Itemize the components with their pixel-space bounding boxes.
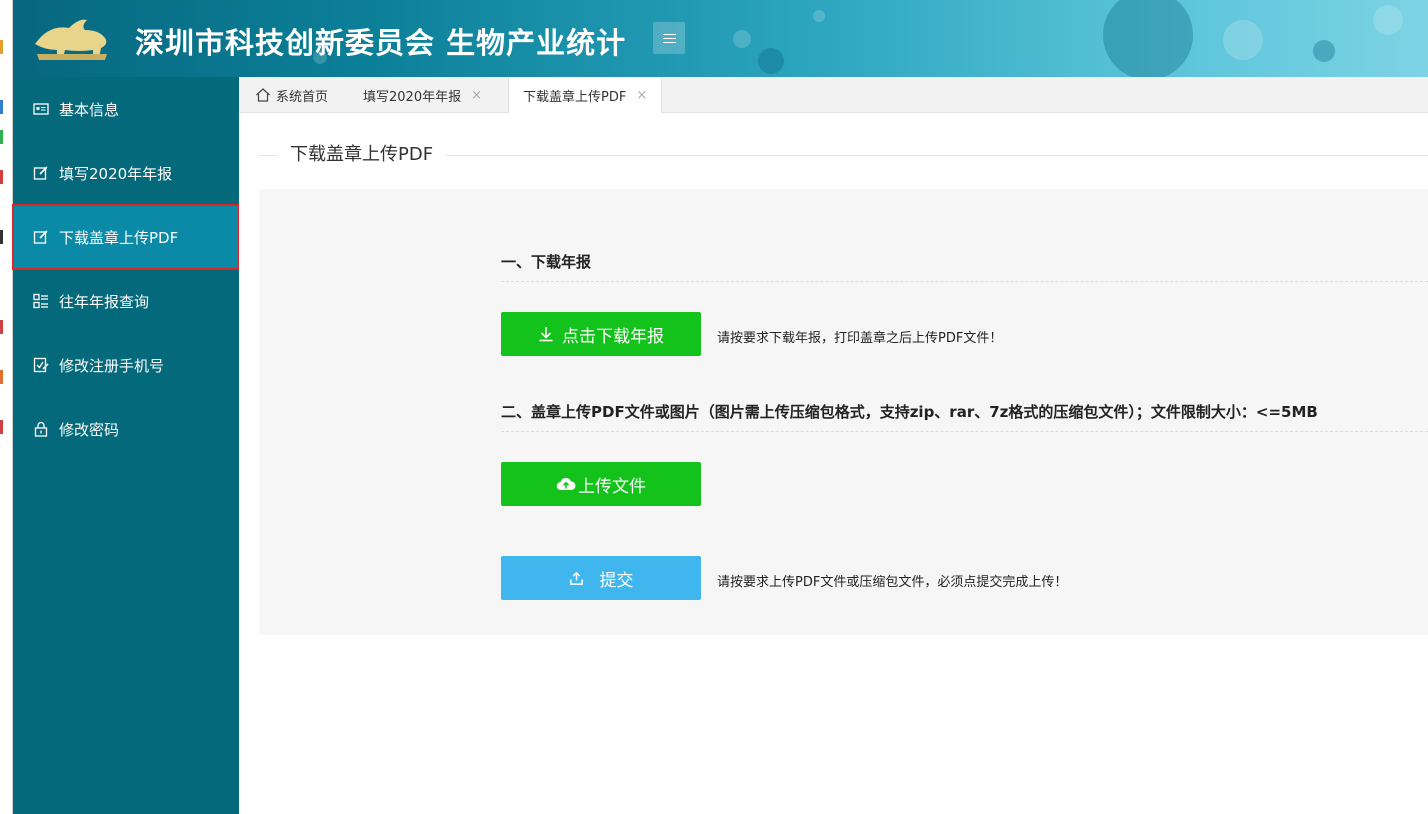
phone-edit-icon: [33, 357, 49, 373]
lock-icon: [33, 421, 49, 437]
edit-icon: [33, 229, 49, 245]
upload-file-button[interactable]: 上传文件: [501, 462, 701, 506]
sidebar: 基本信息 填写2020年年报 下载盖章上传PDF 往年年报查询 修改注册手机号 …: [12, 77, 240, 814]
button-label: 点击下载年报: [562, 326, 664, 347]
sidebar-item-change-phone[interactable]: 修改注册手机号: [13, 333, 239, 397]
tab-bar: 系统首页 填写2020年年报 × 下载盖章上传PDF ×: [239, 77, 1428, 114]
id-card-icon: [33, 101, 49, 117]
cloud-upload-icon: [556, 476, 576, 492]
section-divider: [501, 281, 1428, 282]
section-divider: [501, 431, 1428, 432]
upload-panel: 一、下载年报 点击下载年报 请按要求下载年报，打印盖章之后上传PDF文件！ 二、…: [259, 189, 1428, 635]
sidebar-item-download-upload[interactable]: 下载盖章上传PDF: [12, 204, 240, 270]
sidebar-item-history-query[interactable]: 往年年报查询: [13, 269, 239, 333]
main-content: 下载盖章上传PDF 一、下载年报 点击下载年报 请按要求下载年报，打印盖章之后上…: [239, 113, 1428, 814]
tab-home[interactable]: 系统首页: [255, 77, 328, 113]
page-title: 下载盖章上传PDF: [278, 143, 446, 167]
grid-list-icon: [33, 293, 49, 309]
download-hint: 请按要求下载年报，打印盖章之后上传PDF文件！: [717, 331, 1003, 346]
tab-fill-report[interactable]: 填写2020年年报 ×: [363, 77, 482, 113]
section-download-title: 一、下载年报: [501, 253, 592, 271]
sidebar-item-label: 基本信息: [59, 100, 120, 119]
sidebar-item-label: 填写2020年年报: [59, 164, 173, 183]
sidebar-item-fill-report[interactable]: 填写2020年年报: [13, 141, 239, 205]
edit-icon: [33, 165, 49, 181]
site-title: 深圳市科技创新委员会 生物产业统计: [135, 26, 627, 60]
submit-hint: 请按要求上传PDF文件或压缩包文件，必须点提交完成上传！: [717, 575, 1068, 590]
hamburger-icon: [662, 33, 676, 43]
page-title-legend: 下载盖章上传PDF: [258, 143, 1428, 167]
bull-logo-icon: [29, 14, 113, 62]
sidebar-item-label: 修改密码: [59, 420, 120, 439]
sidebar-item-label: 下载盖章上传PDF: [59, 228, 179, 247]
close-icon[interactable]: ×: [471, 88, 482, 103]
app-header: 深圳市科技创新委员会 生物产业统计: [13, 0, 1428, 77]
tab-download-upload[interactable]: 下载盖章上传PDF ×: [508, 77, 663, 114]
download-icon: [538, 326, 554, 342]
menu-toggle-button[interactable]: [653, 22, 685, 54]
section-upload-title: 二、盖章上传PDF文件或图片（图片需上传压缩包格式，支持zip、rar、7z格式…: [501, 403, 1318, 421]
close-icon[interactable]: ×: [636, 88, 647, 103]
upload-icon: [569, 571, 584, 586]
sidebar-item-change-password[interactable]: 修改密码: [13, 397, 239, 461]
tab-label: 下载盖章上传PDF: [523, 90, 627, 105]
window-edge-strip: [0, 0, 13, 814]
tab-label: 填写2020年年报: [363, 89, 462, 105]
sidebar-item-basic-info[interactable]: 基本信息: [13, 77, 239, 141]
sidebar-item-label: 往年年报查询: [59, 292, 150, 311]
sidebar-item-label: 修改注册手机号: [59, 356, 165, 375]
button-label: 提交: [599, 570, 634, 591]
submit-button[interactable]: 提交: [501, 556, 701, 600]
button-label: 上传文件: [578, 476, 646, 497]
download-report-button[interactable]: 点击下载年报: [501, 312, 701, 356]
tab-label: 系统首页: [276, 89, 329, 105]
home-icon: [255, 87, 276, 103]
